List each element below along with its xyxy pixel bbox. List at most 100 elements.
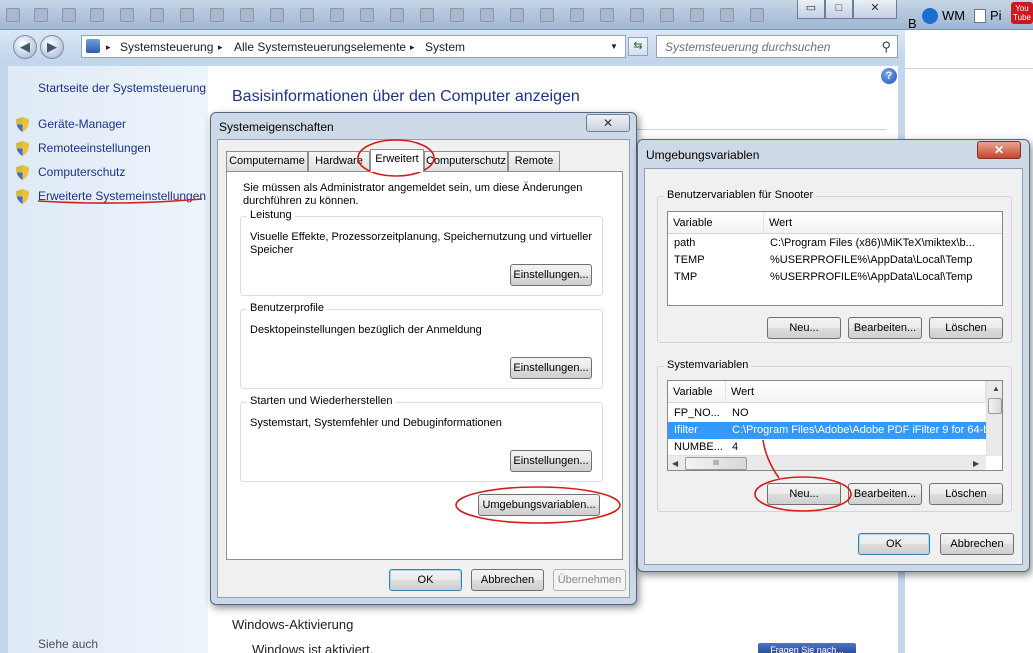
user-new-button[interactable]: Neu...	[767, 317, 841, 339]
settings-button[interactable]: Einstellungen...	[510, 357, 592, 379]
list-item[interactable]: path C:\Program Files (x86)\MiKTeX\mikte…	[668, 235, 1002, 252]
settings-button[interactable]: Einstellungen...	[510, 264, 592, 286]
environment-variables-button[interactable]: Umgebungsvariablen...	[478, 494, 600, 516]
settings-button[interactable]: Einstellungen...	[510, 450, 592, 472]
sidebar: Startseite der Systemsteuerung Geräte-Ma…	[8, 66, 208, 653]
variable-value: C:\Program Files (x86)\MiKTeX\miktex\b..…	[770, 237, 975, 249]
apply-button[interactable]: Übernehmen	[553, 569, 626, 591]
chevron-right-icon[interactable]: ▸	[218, 42, 223, 53]
system-new-button[interactable]: Neu...	[767, 483, 841, 505]
search-input[interactable]: Systemsteuerung durchsuchen	[665, 40, 830, 54]
taskbar-app-icon[interactable]	[34, 8, 48, 22]
taskbar-app-icon[interactable]	[360, 8, 374, 22]
tab-computername[interactable]: Computername	[226, 151, 308, 171]
column-header-wert[interactable]: Wert	[726, 381, 986, 403]
taskbar-app-icon[interactable]	[420, 8, 434, 22]
search-box[interactable]: Systemsteuerung durchsuchen ⚲	[656, 35, 898, 58]
taskbar-app-icon[interactable]	[270, 8, 284, 22]
minimize-button[interactable]: ▭	[797, 0, 825, 19]
user-delete-button[interactable]: Löschen	[929, 317, 1003, 339]
maximize-button[interactable]: □	[825, 0, 853, 19]
vertical-scrollbar[interactable]: ▲	[986, 381, 1002, 456]
sidebar-item-geraete-manager[interactable]: Geräte-Manager	[38, 117, 126, 131]
taskbar-app-icon[interactable]	[630, 8, 644, 22]
sidebar-item-remoteeinstellungen[interactable]: Remoteeinstellungen	[38, 141, 151, 155]
search-icon[interactable]: ⚲	[881, 39, 891, 55]
list-item[interactable]: TEMP %USERPROFILE%\AppData\Local\Temp	[668, 252, 1002, 269]
help-icon[interactable]: ?	[881, 68, 897, 84]
taskbar-app-icon[interactable]	[300, 8, 314, 22]
taskbar-app-icon[interactable]	[660, 8, 674, 22]
taskbar-app-icon[interactable]	[330, 8, 344, 22]
taskbar-app-icon[interactable]	[150, 8, 164, 22]
column-header-wert[interactable]: Wert	[764, 212, 1002, 234]
cancel-button[interactable]: Abbrechen	[940, 533, 1014, 555]
bookmark-b[interactable]: B	[908, 16, 917, 31]
system-variables-list[interactable]: Variable Wert FP_NO... NO Ifilter C:\Pro…	[667, 380, 1003, 471]
scroll-left-icon[interactable]: ◀	[672, 459, 678, 468]
list-item[interactable]: FP_NO... NO	[668, 405, 986, 422]
sidebar-item-erweiterte-systemeinstellungen[interactable]: Erweiterte Systemeinstellungen	[38, 189, 206, 203]
list-item[interactable]: TMP %USERPROFILE%\AppData\Local\Temp	[668, 269, 1002, 286]
taskbar-app-icon[interactable]	[480, 8, 494, 22]
user-edit-button[interactable]: Bearbeiten...	[848, 317, 922, 339]
chevron-down-icon[interactable]: ▼	[610, 42, 618, 51]
scroll-thumb[interactable]: III	[685, 457, 747, 470]
ok-button[interactable]: OK	[858, 533, 930, 555]
breadcrumb-systemsteuerung[interactable]: Systemsteuerung	[120, 40, 213, 54]
sidebar-item-computerschutz[interactable]: Computerschutz	[38, 165, 125, 179]
bookmark-wm[interactable]: WM	[942, 8, 965, 23]
chevron-right-icon[interactable]: ▸	[106, 42, 111, 53]
scroll-up-icon[interactable]: ▲	[992, 384, 1000, 393]
breadcrumb-system[interactable]: System	[425, 40, 465, 54]
taskbar-app-icon[interactable]	[62, 8, 76, 22]
youtube-icon[interactable]: You Tube	[1011, 2, 1033, 24]
back-button[interactable]: ◀	[13, 35, 37, 59]
system-delete-button[interactable]: Löschen	[929, 483, 1003, 505]
scroll-thumb[interactable]	[988, 398, 1002, 414]
close-button[interactable]: ✕	[977, 141, 1021, 159]
taskbar-app-icon[interactable]	[540, 8, 554, 22]
taskbar-app-icon[interactable]	[120, 8, 134, 22]
chevron-right-icon[interactable]: ▸	[410, 42, 415, 53]
ask-genuine-button[interactable]: Fragen Sie nach...	[758, 643, 856, 653]
taskbar-app-icon[interactable]	[240, 8, 254, 22]
list-item[interactable]: NUMBE... 4	[668, 439, 986, 456]
taskbar-app-icon[interactable]	[600, 8, 614, 22]
taskbar-app-icon[interactable]	[450, 8, 464, 22]
bookmark-pi[interactable]: Pi	[990, 8, 1002, 23]
shield-icon	[16, 117, 29, 132]
address-bar[interactable]: ▸ Systemsteuerung ▸ Alle Systemsteuerung…	[81, 35, 626, 58]
list-item-selected[interactable]: Ifilter C:\Program Files\Adobe\Adobe PDF…	[668, 422, 986, 439]
scroll-right-icon[interactable]: ▶	[973, 459, 979, 468]
tab-hardware[interactable]: Hardware	[308, 151, 370, 171]
column-header-variable[interactable]: Variable	[668, 212, 764, 234]
taskbar-app-icon[interactable]	[180, 8, 194, 22]
tab-computerschutz[interactable]: Computerschutz	[424, 151, 508, 171]
column-header-variable[interactable]: Variable	[668, 381, 726, 403]
taskbar-app-icon[interactable]	[750, 8, 764, 22]
taskbar-app-icon[interactable]	[390, 8, 404, 22]
tab-remote[interactable]: Remote	[508, 151, 560, 171]
taskbar-app-icon[interactable]	[690, 8, 704, 22]
taskbar-app-icon[interactable]	[210, 8, 224, 22]
breadcrumb-alle-elemente[interactable]: Alle Systemsteuerungselemente	[234, 40, 406, 54]
taskbar-app-icon[interactable]	[90, 8, 104, 22]
ie-icon[interactable]	[922, 8, 938, 24]
taskbar-app-icon[interactable]	[570, 8, 584, 22]
horizontal-scrollbar[interactable]: ◀ III ▶	[668, 455, 986, 470]
tab-erweitert[interactable]: Erweitert	[370, 149, 424, 172]
taskbar-app-icon[interactable]	[720, 8, 734, 22]
group-title: Benutzerprofile	[247, 302, 327, 314]
taskbar-app-icon[interactable]	[6, 8, 20, 22]
taskbar-app-icon[interactable]	[510, 8, 524, 22]
close-button[interactable]: ✕	[586, 114, 630, 132]
cancel-button[interactable]: Abbrechen	[471, 569, 544, 591]
system-edit-button[interactable]: Bearbeiten...	[848, 483, 922, 505]
forward-button[interactable]: ▶	[40, 35, 64, 59]
sidebar-home-link[interactable]: Startseite der Systemsteuerung	[38, 81, 206, 95]
ok-button[interactable]: OK	[389, 569, 462, 591]
user-variables-list[interactable]: Variable Wert path C:\Program Files (x86…	[667, 211, 1003, 306]
close-button[interactable]: ✕	[853, 0, 897, 19]
refresh-icon[interactable]: ⇆	[628, 37, 648, 56]
